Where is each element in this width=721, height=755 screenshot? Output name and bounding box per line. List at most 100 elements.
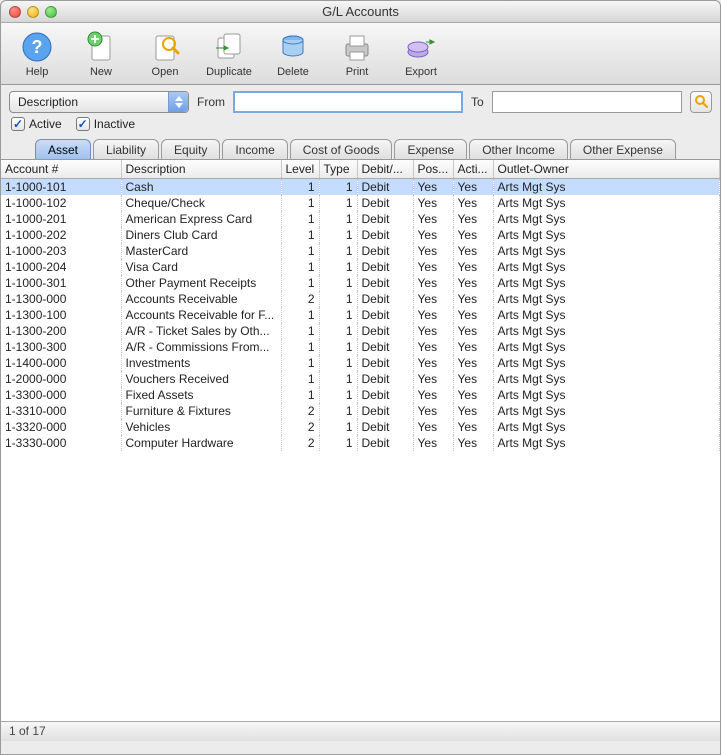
help-button[interactable]: ? Help [7, 27, 67, 78]
table-row[interactable]: 1-1400-000Investments11DebitYesYesArts M… [1, 355, 720, 371]
active-checkbox[interactable]: ✓ Active [11, 117, 62, 131]
tab-liability[interactable]: Liability [93, 139, 159, 160]
cell-level: 1 [281, 387, 319, 403]
col-type[interactable]: Type [319, 160, 357, 179]
cell-posting: Yes [413, 259, 453, 275]
tab-expense[interactable]: Expense [394, 139, 467, 160]
cell-account: 1-1000-102 [1, 195, 121, 211]
table-row[interactable]: 1-1300-000Accounts Receivable21DebitYesY… [1, 291, 720, 307]
cell-account: 1-1300-100 [1, 307, 121, 323]
cell-debitcredit: Debit [357, 419, 413, 435]
cell-debitcredit: Debit [357, 339, 413, 355]
filter-field-select[interactable]: Description [9, 91, 189, 113]
export-button[interactable]: Export [391, 27, 451, 78]
tab-other-income[interactable]: Other Income [469, 139, 568, 160]
print-button[interactable]: Print [327, 27, 387, 78]
table-row[interactable]: 1-1000-204Visa Card11DebitYesYesArts Mgt… [1, 259, 720, 275]
accounts-table-container[interactable]: Account # Description Level Type Debit/.… [1, 159, 720, 721]
toolbar: ? Help New Open Duplicate Delete Print [1, 23, 720, 85]
cell-debitcredit: Debit [357, 275, 413, 291]
table-header-row: Account # Description Level Type Debit/.… [1, 160, 720, 179]
col-debitcredit[interactable]: Debit/... [357, 160, 413, 179]
cell-level: 1 [281, 243, 319, 259]
cell-type: 1 [319, 291, 357, 307]
cell-description: Cheque/Check [121, 195, 281, 211]
tab-equity[interactable]: Equity [161, 139, 220, 160]
cell-active: Yes [453, 211, 493, 227]
table-row[interactable]: 1-1000-301Other Payment Receipts11DebitY… [1, 275, 720, 291]
table-row[interactable]: 1-1000-101Cash11DebitYesYesArts Mgt Sys [1, 179, 720, 195]
cell-posting: Yes [413, 323, 453, 339]
cell-description: A/R - Commissions From... [121, 339, 281, 355]
cell-type: 1 [319, 195, 357, 211]
new-button[interactable]: New [71, 27, 131, 78]
col-account[interactable]: Account # [1, 160, 121, 179]
table-row[interactable]: 1-1300-200A/R - Ticket Sales by Oth...11… [1, 323, 720, 339]
cell-type: 1 [319, 259, 357, 275]
cell-posting: Yes [413, 355, 453, 371]
col-owner[interactable]: Outlet-Owner [493, 160, 720, 179]
cell-type: 1 [319, 275, 357, 291]
cell-description: Investments [121, 355, 281, 371]
duplicate-button[interactable]: Duplicate [199, 27, 259, 78]
cell-account: 1-3300-000 [1, 387, 121, 403]
cell-debitcredit: Debit [357, 371, 413, 387]
cell-account: 1-1000-203 [1, 243, 121, 259]
tab-income[interactable]: Income [222, 139, 287, 160]
table-row[interactable]: 1-1300-100Accounts Receivable for F...11… [1, 307, 720, 323]
cell-level: 1 [281, 371, 319, 387]
delete-button[interactable]: Delete [263, 27, 323, 78]
table-row[interactable]: 1-2000-000Vouchers Received11DebitYesYes… [1, 371, 720, 387]
cell-description: Diners Club Card [121, 227, 281, 243]
cell-debitcredit: Debit [357, 211, 413, 227]
cell-account: 1-1300-200 [1, 323, 121, 339]
from-input[interactable] [233, 91, 463, 113]
col-active[interactable]: Acti... [453, 160, 493, 179]
cell-debitcredit: Debit [357, 403, 413, 419]
table-row[interactable]: 1-1300-300A/R - Commissions From...11Deb… [1, 339, 720, 355]
cell-account: 1-1000-101 [1, 179, 121, 195]
cell-owner: Arts Mgt Sys [493, 259, 720, 275]
cell-owner: Arts Mgt Sys [493, 275, 720, 291]
cell-description: Vehicles [121, 419, 281, 435]
table-row[interactable]: 1-1000-202Diners Club Card11DebitYesYesA… [1, 227, 720, 243]
tab-asset[interactable]: Asset [35, 139, 91, 160]
open-icon [147, 29, 183, 65]
cell-level: 1 [281, 307, 319, 323]
search-button[interactable] [690, 91, 712, 113]
table-row[interactable]: 1-3300-000Fixed Assets11DebitYesYesArts … [1, 387, 720, 403]
titlebar: G/L Accounts [1, 1, 720, 23]
col-posting[interactable]: Pos... [413, 160, 453, 179]
cell-description: American Express Card [121, 211, 281, 227]
cell-level: 1 [281, 355, 319, 371]
cell-owner: Arts Mgt Sys [493, 291, 720, 307]
cell-account: 1-3310-000 [1, 403, 121, 419]
cell-owner: Arts Mgt Sys [493, 419, 720, 435]
cell-owner: Arts Mgt Sys [493, 227, 720, 243]
to-input[interactable] [492, 91, 682, 113]
open-button[interactable]: Open [135, 27, 195, 78]
cell-owner: Arts Mgt Sys [493, 195, 720, 211]
table-row[interactable]: 1-1000-102Cheque/Check11DebitYesYesArts … [1, 195, 720, 211]
table-row[interactable]: 1-1000-201American Express Card11DebitYe… [1, 211, 720, 227]
inactive-checkbox[interactable]: ✓ Inactive [76, 117, 135, 131]
tab-other-expense[interactable]: Other Expense [570, 139, 676, 160]
status-bar: 1 of 17 [1, 721, 720, 741]
cell-posting: Yes [413, 371, 453, 387]
table-row[interactable]: 1-3330-000Computer Hardware21DebitYesYes… [1, 435, 720, 451]
cell-type: 1 [319, 243, 357, 259]
new-icon [83, 29, 119, 65]
col-description[interactable]: Description [121, 160, 281, 179]
cell-posting: Yes [413, 195, 453, 211]
cell-type: 1 [319, 179, 357, 195]
svg-text:?: ? [32, 37, 43, 57]
table-row[interactable]: 1-3320-000Vehicles21DebitYesYesArts Mgt … [1, 419, 720, 435]
tab-cost-of-goods[interactable]: Cost of Goods [290, 139, 393, 160]
cell-owner: Arts Mgt Sys [493, 307, 720, 323]
table-row[interactable]: 1-3310-000Furniture & Fixtures21DebitYes… [1, 403, 720, 419]
cell-type: 1 [319, 355, 357, 371]
table-row[interactable]: 1-1000-203MasterCard11DebitYesYesArts Mg… [1, 243, 720, 259]
export-icon [403, 29, 439, 65]
col-level[interactable]: Level [281, 160, 319, 179]
cell-posting: Yes [413, 307, 453, 323]
